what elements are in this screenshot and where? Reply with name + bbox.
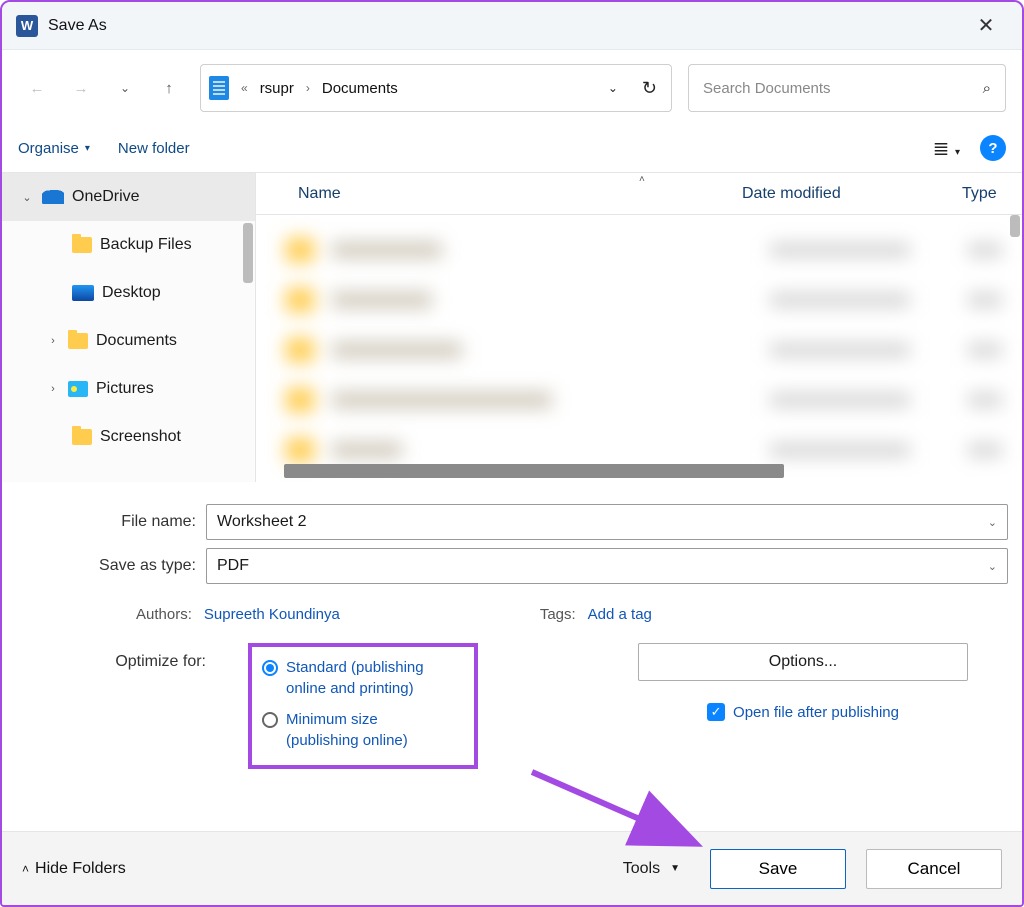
breadcrumb-dropdown-icon[interactable]: ⌄ [608,81,618,95]
chevron-down-icon: ▾ [85,143,90,154]
help-icon[interactable]: ? [980,135,1006,161]
breadcrumb[interactable]: « rsupr › Documents ⌄ ↻ [200,64,672,112]
file-browser: ⌄ OneDrive Backup Files Desktop › Docume… [2,172,1022,482]
radio-standard[interactable]: Standard (publishing online and printing… [262,657,452,699]
organise-button[interactable]: Organise ▾ [18,140,90,157]
authors-label: Authors: [136,606,192,623]
save-type-field[interactable]: PDF ⌄ [206,548,1008,584]
chevron-right-icon: › [304,81,312,95]
breadcrumb-current[interactable]: Documents [318,80,402,97]
chevron-right-icon[interactable]: › [46,335,60,347]
column-type[interactable]: Type [962,185,1022,203]
save-button[interactable]: Save [710,849,846,889]
chevron-up-icon: ˄ [22,862,29,876]
tree-scrollbar[interactable] [243,223,253,283]
tags-label: Tags: [540,606,576,623]
address-bar: ← → ⌄ ↑ « rsupr › Documents ⌄ ↻ Search D… [2,50,1022,124]
chevron-down-icon[interactable]: ⌄ [20,191,34,204]
new-folder-button[interactable]: New folder [118,140,190,157]
radio-icon [262,712,278,728]
back-icon[interactable]: ← [18,68,56,108]
pictures-icon [68,381,88,397]
toolbar: Organise ▾ New folder ≣ ▾ ? [2,124,1022,172]
chevron-down-icon[interactable]: ⌄ [988,516,997,529]
chevron-down-icon: ▼ [670,863,680,874]
tree-item-pictures[interactable]: › Pictures [2,365,255,413]
navigation-tree[interactable]: ⌄ OneDrive Backup Files Desktop › Docume… [2,173,256,482]
file-name-field[interactable]: Worksheet 2 ⌄ [206,504,1008,540]
forward-icon[interactable]: → [62,68,100,108]
radio-icon [262,660,278,676]
file-rows-blurred [256,215,1022,482]
vertical-scrollbar[interactable] [1010,215,1020,237]
horizontal-scrollbar[interactable] [284,464,784,478]
search-icon: ⌕ [983,80,991,97]
options-button[interactable]: Options... [638,643,968,681]
file-list[interactable]: ˄ Name Date modified Type [256,173,1022,482]
save-type-label: Save as type: [16,557,206,575]
location-icon [209,76,229,100]
optimize-label: Optimize for: [16,643,216,671]
view-mode-icon[interactable]: ≣ ▾ [933,136,960,161]
folder-icon [68,333,88,349]
recent-dropdown-icon[interactable]: ⌄ [106,68,144,108]
cancel-button[interactable]: Cancel [866,849,1002,889]
tags-value[interactable]: Add a tag [588,606,652,623]
checkbox-icon: ✓ [707,703,725,721]
up-icon[interactable]: ↑ [150,68,188,108]
dialog-footer: ˄ Hide Folders Tools ▼ Save Cancel [2,831,1022,905]
search-input[interactable]: Search Documents ⌕ [688,64,1006,112]
file-name-label: File name: [16,513,206,531]
desktop-icon [72,285,94,301]
folder-icon [72,237,92,253]
save-as-dialog: W Save As ✕ ← → ⌄ ↑ « rsupr › Documents … [0,0,1024,907]
chevron-right-icon[interactable]: › [46,383,60,395]
refresh-icon[interactable]: ↻ [642,78,657,99]
tree-item-backup[interactable]: Backup Files [2,221,255,269]
column-date[interactable]: Date modified [742,185,962,203]
tree-item-screenshot[interactable]: Screenshot [2,413,255,461]
column-name[interactable]: Name [298,185,742,203]
close-icon[interactable]: ✕ [964,6,1008,46]
open-after-checkbox[interactable]: ✓ Open file after publishing [638,703,968,721]
hide-folders-button[interactable]: ˄ Hide Folders [22,860,126,878]
onedrive-icon [42,190,64,204]
chevron-right-icon: « [239,81,250,95]
folder-icon [72,429,92,445]
chevron-down-icon[interactable]: ⌄ [988,560,997,573]
window-title: Save As [48,17,107,35]
word-app-icon: W [16,15,38,37]
sort-indicator-icon: ˄ [639,174,645,185]
tree-item-documents[interactable]: › Documents [2,317,255,365]
optimize-highlight: Standard (publishing online and printing… [248,643,478,769]
tools-button[interactable]: Tools ▼ [623,860,680,878]
radio-minimum[interactable]: Minimum size (publishing online) [262,709,452,751]
tree-item-onedrive[interactable]: ⌄ OneDrive [2,173,255,221]
authors-value[interactable]: Supreeth Koundinya [204,606,340,623]
title-bar: W Save As ✕ [2,2,1022,50]
search-placeholder: Search Documents [703,80,831,97]
breadcrumb-parent[interactable]: rsupr [256,80,298,97]
save-form: File name: Worksheet 2 ⌄ Save as type: P… [2,482,1022,779]
tree-item-desktop[interactable]: Desktop [2,269,255,317]
